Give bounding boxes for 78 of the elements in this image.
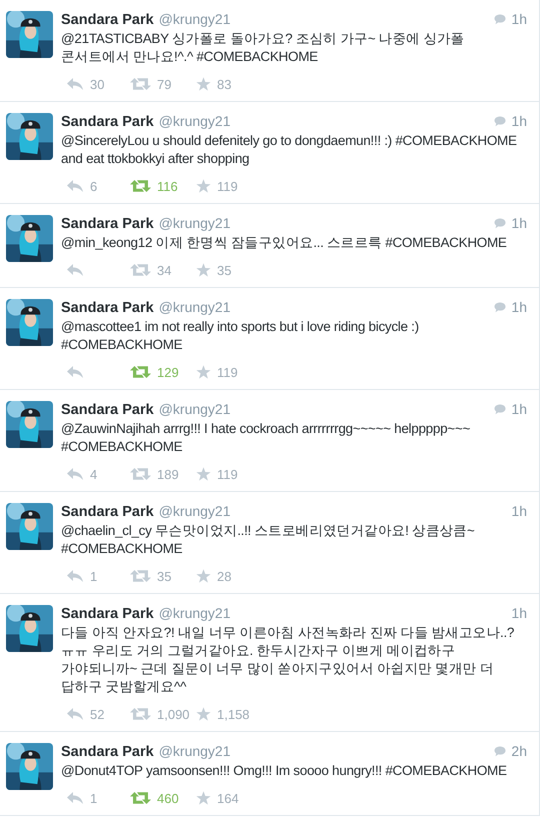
favorite-count: 119 bbox=[217, 364, 238, 380]
reply-count: 30 bbox=[90, 76, 104, 92]
star-icon[interactable] bbox=[196, 791, 211, 805]
reply-icon[interactable] bbox=[66, 77, 84, 91]
favorite-count: 1,158 bbox=[217, 706, 250, 722]
retweet-count: 116 bbox=[157, 178, 178, 194]
reply-icon[interactable] bbox=[66, 263, 84, 277]
retweet-count: 35 bbox=[157, 568, 172, 584]
retweet-count: 189 bbox=[157, 466, 179, 482]
user-handle[interactable]: @krungy21 bbox=[158, 10, 231, 28]
user-name[interactable]: Sandara Park bbox=[61, 503, 154, 521]
timestamp[interactable]: 1h bbox=[511, 214, 527, 232]
reply-icon[interactable] bbox=[66, 791, 84, 805]
user-handle[interactable]: @krungy21 bbox=[158, 214, 231, 232]
reply-count: 1 bbox=[90, 790, 98, 806]
reply-icon[interactable] bbox=[66, 467, 84, 481]
favorite-count: 164 bbox=[217, 790, 239, 806]
tweet-text: @Donut4TOP yamsoonsen!!! Omg!!! Im soooo hungry!!! #COMEBACKHOME bbox=[61, 762, 508, 780]
timestamp[interactable]: 1h bbox=[511, 298, 527, 316]
user-name[interactable]: Sandara Park bbox=[61, 401, 154, 419]
user-handle[interactable]: @krungy21 bbox=[158, 604, 231, 622]
timestamp[interactable]: 1h bbox=[511, 10, 527, 28]
favorite-count: 35 bbox=[217, 262, 232, 278]
star-icon[interactable] bbox=[196, 365, 211, 379]
retweet-count: 129 bbox=[157, 364, 179, 380]
star-icon[interactable] bbox=[196, 707, 211, 721]
user-name[interactable]: Sandara Park bbox=[61, 605, 154, 623]
reply-icon[interactable] bbox=[66, 179, 84, 193]
tweet-text: @min_keong12 이제 한명씩 잠들구있어요... 스르르륵 #COMEBACKHOME bbox=[61, 234, 508, 252]
reply-count: 52 bbox=[90, 706, 104, 722]
reply-count: 4 bbox=[90, 466, 98, 482]
reply-icon[interactable] bbox=[66, 569, 84, 583]
retweet-count: 79 bbox=[157, 76, 172, 92]
user-name[interactable]: Sandara Park bbox=[61, 215, 154, 233]
retweet-icon[interactable] bbox=[130, 263, 151, 277]
tweet-text: 다들 아직 안자요?! 내일 너무 이른아침 사전녹화라 진짜 다들 밤새고오나..?ㅠㅠ 우리도 거의 그럴거같아요. 한두시간자구 이쁘게 메이컵하구 가야되니까~ 근데 질문이 너무 많이 쏟아지구있어서 아쉽지만 몇개만 더 답하구 굿밤할게요^^ bbox=[61, 624, 516, 696]
retweet-icon[interactable] bbox=[130, 467, 151, 481]
user-name[interactable]: Sandara Park bbox=[61, 299, 154, 317]
reply-count: 1 bbox=[90, 568, 98, 584]
timestamp[interactable]: 1h bbox=[511, 112, 527, 130]
user-handle[interactable]: @krungy21 bbox=[158, 298, 231, 316]
tweet-text: @21TASTICBABY 싱가폴로 돌아가요? 조심히 가구~ 나중에 싱가폴 콘서트에서 만나요!^.^ #COMEBACKHOME bbox=[61, 30, 466, 66]
star-icon[interactable] bbox=[196, 467, 211, 481]
retweet-icon[interactable] bbox=[130, 77, 151, 91]
star-icon[interactable] bbox=[196, 263, 211, 277]
user-handle[interactable]: @krungy21 bbox=[158, 742, 231, 760]
favorite-count: 119 bbox=[217, 466, 238, 482]
user-name[interactable]: Sandara Park bbox=[61, 743, 154, 761]
user-name[interactable]: Sandara Park bbox=[61, 113, 154, 131]
retweet-icon[interactable] bbox=[130, 365, 151, 379]
tweet-text: @ZauwinNajihah arrrg!!! I hate cockroach arrrrrrrgg~~~~~ helppppp~~~ #COMEBACKHOME bbox=[61, 420, 472, 456]
timestamp[interactable]: 1h bbox=[511, 604, 527, 622]
star-icon[interactable] bbox=[196, 77, 211, 91]
retweet-icon[interactable] bbox=[130, 569, 151, 583]
reply-icon[interactable] bbox=[66, 707, 84, 721]
retweet-icon[interactable] bbox=[130, 179, 151, 193]
retweet-count: 1,090 bbox=[157, 706, 190, 722]
user-name[interactable]: Sandara Park bbox=[61, 11, 154, 29]
retweet-count: 34 bbox=[157, 262, 172, 278]
user-handle[interactable]: @krungy21 bbox=[158, 112, 231, 130]
star-icon[interactable] bbox=[196, 179, 211, 193]
tweet-text: @SincerelyLou u should defenitely go to dongdaemun!!! :) #COMEBACKHOME and eat ttokbokkyi after shopping bbox=[61, 132, 518, 168]
retweet-icon[interactable] bbox=[130, 791, 151, 805]
retweet-count: 460 bbox=[157, 790, 179, 806]
tweet-text: @chaelin_cl_cy 무슨맛이었지..!! 스트로베리였던거같아요! 상큼상큼~ #COMEBACKHOME bbox=[61, 522, 476, 558]
user-handle[interactable]: @krungy21 bbox=[158, 400, 231, 418]
timestamp[interactable]: 1h bbox=[511, 502, 527, 520]
favorite-count: 28 bbox=[217, 568, 232, 584]
favorite-count: 83 bbox=[217, 76, 232, 92]
favorite-count: 119 bbox=[217, 178, 238, 194]
reply-icon[interactable] bbox=[66, 365, 84, 379]
reply-count: 6 bbox=[90, 178, 98, 194]
star-icon[interactable] bbox=[196, 569, 211, 583]
user-handle[interactable]: @krungy21 bbox=[158, 502, 231, 520]
tweet-text: @mascottee1 im not really into sports but i love riding bicycle :) #COMEBACKHOME bbox=[61, 318, 420, 354]
timestamp[interactable]: 2h bbox=[511, 742, 527, 760]
timestamp[interactable]: 1h bbox=[511, 400, 527, 418]
retweet-icon[interactable] bbox=[130, 707, 151, 721]
